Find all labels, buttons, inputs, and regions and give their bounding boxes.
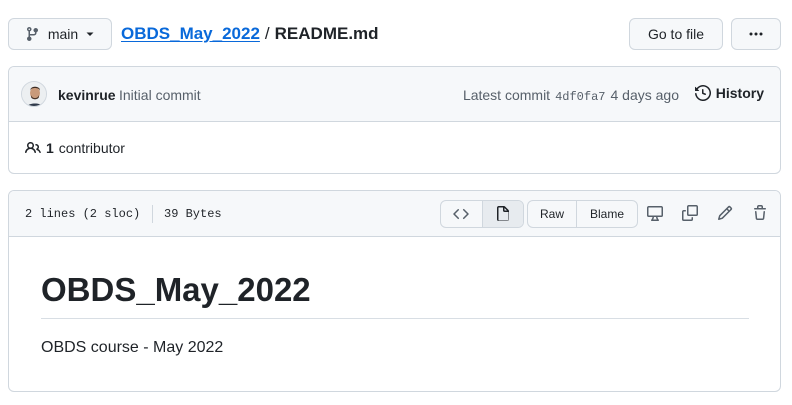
file-viewer: 2 lines (2 sloc) 39 Bytes Raw Blame OBDS… <box>8 190 781 392</box>
people-icon <box>25 140 41 156</box>
desktop-icon[interactable] <box>646 204 664 222</box>
display-source-button[interactable] <box>441 201 482 227</box>
history-icon <box>694 85 711 101</box>
git-branch-icon <box>25 26 41 42</box>
commit-message-link[interactable]: Initial commit <box>119 87 201 103</box>
readme-body: OBDS course - May 2022 <box>41 339 224 356</box>
readme-title: OBDS_May_2022 <box>41 271 311 308</box>
view-toggle-group <box>440 200 524 228</box>
contributor-count: 1 <box>46 140 54 156</box>
latest-commit-info: Latest commit 4df0fa7 4 days ago <box>463 87 679 104</box>
blame-button[interactable]: Blame <box>576 201 637 227</box>
commit-sha-link[interactable]: 4df0fa7 <box>555 90 605 104</box>
pencil-icon[interactable] <box>716 204 734 222</box>
readme-title-rule <box>41 318 749 319</box>
contributor-label: contributor <box>58 140 125 156</box>
copy-icon[interactable] <box>681 204 699 222</box>
more-options-button[interactable] <box>731 18 781 50</box>
breadcrumb-separator: / <box>264 24 270 43</box>
file-size: 39 Bytes <box>164 207 222 221</box>
branch-name: main <box>47 26 79 42</box>
branch-select-button[interactable]: main <box>8 18 112 50</box>
triangle-down-icon <box>85 29 95 39</box>
go-to-file-button[interactable]: Go to file <box>629 18 723 50</box>
breadcrumb: OBDS_May_2022 / README.md <box>121 24 379 44</box>
code-icon <box>453 206 469 222</box>
latest-commit-label: Latest commit <box>462 87 551 103</box>
file-header: 2 lines (2 sloc) 39 Bytes Raw Blame <box>9 191 780 237</box>
history-label: History <box>715 85 764 101</box>
file-line-count: 2 lines (2 sloc) <box>25 207 141 221</box>
trash-icon[interactable] <box>751 204 769 222</box>
file-icon <box>495 206 511 222</box>
latest-commit-box: kevinrue Initial commit Latest commit 4d… <box>8 66 781 174</box>
file-info-divider <box>152 205 153 223</box>
commit-age: 4 days ago <box>610 87 680 103</box>
commit-author-link[interactable]: kevinrue <box>58 87 116 103</box>
breadcrumb-repo-link[interactable]: OBDS_May_2022 <box>121 24 260 44</box>
raw-blame-group: Raw Blame <box>527 200 638 228</box>
breadcrumb-file-name: README.md <box>274 24 379 43</box>
display-rendered-button[interactable] <box>481 201 523 227</box>
kebab-horizontal-icon <box>748 26 764 42</box>
raw-button[interactable]: Raw <box>528 201 576 227</box>
contributors-link[interactable]: 1 contributor <box>25 140 125 156</box>
commit-header: kevinrue Initial commit Latest commit 4d… <box>9 67 780 122</box>
history-link[interactable]: History <box>694 85 764 101</box>
avatar[interactable] <box>21 81 47 107</box>
